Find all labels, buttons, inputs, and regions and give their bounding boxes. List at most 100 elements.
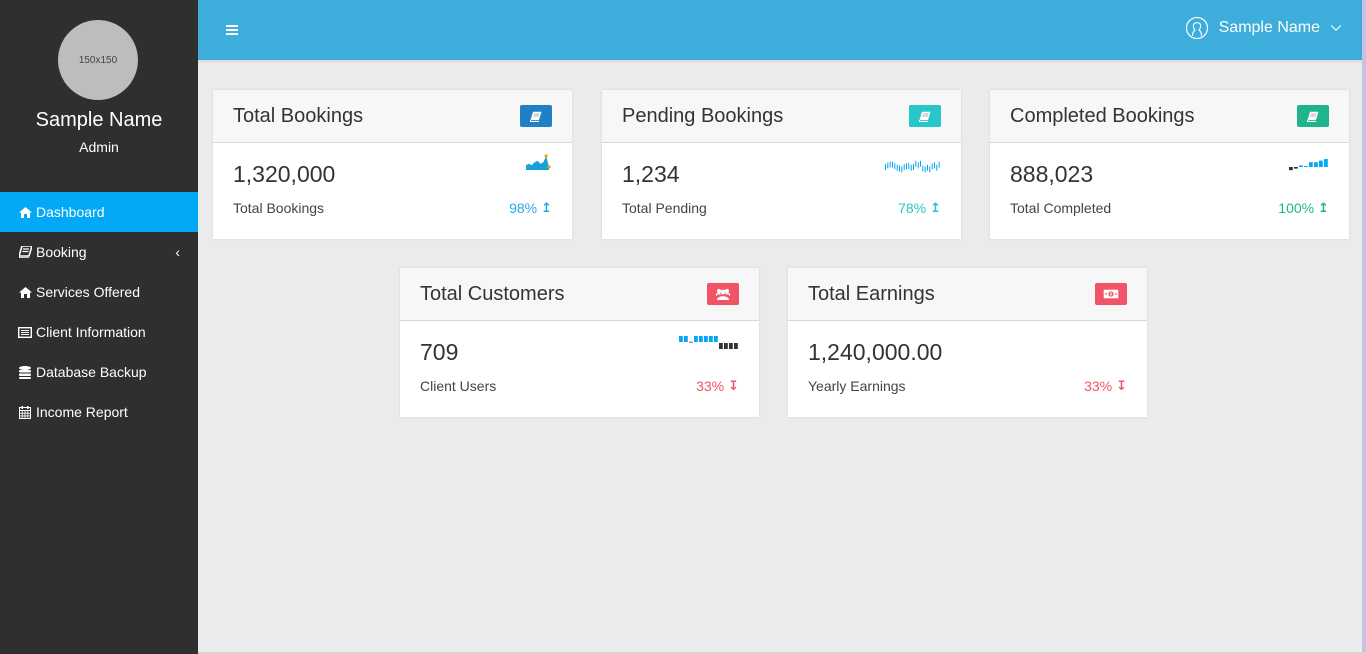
card-value: 709 bbox=[420, 339, 459, 365]
sidebar-item-income-report[interactable]: Income Report bbox=[0, 392, 198, 432]
sidebar-item-database-backup[interactable]: Database Backup bbox=[0, 352, 198, 392]
sparkline-bar bbox=[1319, 160, 1323, 167]
sidebar-item-label: Services Offered bbox=[36, 284, 141, 300]
chevron-down-icon bbox=[1330, 25, 1342, 31]
sparkline-candle bbox=[922, 165, 924, 172]
arrow-up-icon: ↥ bbox=[930, 200, 941, 215]
book-icon bbox=[919, 111, 931, 122]
sparkline-candle bbox=[920, 160, 921, 167]
money-icon bbox=[1103, 289, 1119, 299]
stat-card-total-earnings: Total Earnings 1,240,000.00 Yearly Earni… bbox=[788, 268, 1147, 417]
sparkline-bar bbox=[1309, 162, 1313, 167]
card-trend: 33% ↧ bbox=[1084, 378, 1127, 394]
card-header: Pending Bookings bbox=[602, 90, 961, 143]
sparkline-candle bbox=[931, 163, 933, 170]
sparkline-candle bbox=[908, 163, 910, 170]
top-bar-shadow bbox=[198, 60, 1362, 64]
card-title: Pending Bookings bbox=[622, 105, 784, 127]
card-title: Completed Bookings bbox=[1010, 105, 1195, 127]
trend-percent: 33% bbox=[696, 378, 725, 394]
sparkline-point bbox=[547, 165, 551, 169]
profile-name: Sample Name bbox=[35, 109, 163, 131]
card-subtitle: Yearly Earnings bbox=[808, 378, 906, 394]
card-icon-button[interactable] bbox=[909, 105, 941, 127]
sparkline-bar bbox=[1294, 167, 1298, 169]
user-menu[interactable]: Sample Name bbox=[1185, 16, 1342, 40]
trend-percent: 100% bbox=[1278, 200, 1315, 216]
card-icon-button[interactable] bbox=[1297, 105, 1329, 127]
sparkline-bar bbox=[1324, 159, 1328, 167]
card-value: 1,240,000.00 bbox=[808, 339, 943, 365]
arrow-down-icon: ↧ bbox=[728, 378, 739, 393]
profile-role: Admin bbox=[79, 139, 119, 155]
card-value: 1,320,000 bbox=[233, 161, 336, 187]
card-trend: 33% ↧ bbox=[696, 378, 739, 394]
sparkline-candle bbox=[913, 164, 914, 170]
book-icon bbox=[530, 111, 542, 122]
card-trend: 100% ↥ bbox=[1278, 200, 1329, 216]
hamburger-icon[interactable] bbox=[226, 25, 238, 35]
sparkline bbox=[526, 154, 551, 170]
stat-card-completed-bookings: Completed Bookings 888,023 Total Complet… bbox=[990, 90, 1349, 239]
trend-percent: 98% bbox=[509, 200, 538, 216]
sparkline-candle bbox=[889, 161, 891, 168]
list-alt-icon bbox=[18, 325, 32, 339]
card-icon-button[interactable] bbox=[707, 283, 739, 305]
card-title: Total Earnings bbox=[808, 283, 935, 305]
sparkline-candle bbox=[917, 162, 919, 169]
window-edge bbox=[1362, 0, 1366, 654]
sparkline-bar bbox=[714, 336, 718, 342]
sparkline-bar bbox=[694, 336, 698, 342]
sparkline-bar bbox=[724, 343, 728, 349]
sparkline-candle bbox=[896, 164, 898, 171]
sparkline-candle bbox=[910, 164, 912, 171]
chevron-left-icon: ‹ bbox=[175, 244, 180, 260]
sparkline bbox=[1289, 159, 1328, 171]
sparkline-bar bbox=[679, 336, 683, 342]
users-icon bbox=[716, 289, 730, 300]
sidebar: 150x150 Sample Name Admin Dashboard Book… bbox=[0, 0, 198, 654]
sparkline-candle bbox=[934, 162, 935, 169]
arrow-up-icon: ↥ bbox=[1318, 200, 1329, 215]
card-header: Total Earnings bbox=[788, 268, 1147, 321]
sidebar-item-booking[interactable]: Booking ‹ bbox=[0, 232, 198, 272]
home-icon bbox=[18, 205, 32, 219]
card-value: 888,023 bbox=[1010, 161, 1094, 187]
card-trend: 78% ↥ bbox=[898, 200, 941, 216]
stat-card-total-customers: Total Customers 709 Client Users 33% ↧ bbox=[400, 268, 759, 417]
book-icon bbox=[18, 245, 32, 259]
sparkline-bar bbox=[729, 343, 733, 349]
sidebar-item-label: Booking bbox=[36, 244, 87, 260]
sparkline-bar bbox=[684, 336, 688, 342]
sparkline-candle bbox=[901, 166, 903, 173]
sidebar-item-label: Dashboard bbox=[36, 204, 105, 220]
sparkline-candle bbox=[892, 161, 893, 168]
card-icon-button[interactable] bbox=[1095, 283, 1127, 305]
sidebar-item-client-information[interactable]: Client Information bbox=[0, 312, 198, 352]
sparkline-candle bbox=[885, 164, 886, 170]
card-subtitle: Total Bookings bbox=[233, 200, 325, 216]
sparkline-bar bbox=[734, 343, 738, 349]
card-subtitle: Client Users bbox=[420, 378, 497, 394]
book-icon bbox=[1307, 111, 1319, 122]
sparkline-bar bbox=[1289, 167, 1293, 171]
sidebar-item-dashboard[interactable]: Dashboard bbox=[0, 192, 198, 232]
card-subtitle: Total Completed bbox=[1010, 200, 1112, 216]
card-icon-button[interactable] bbox=[520, 105, 552, 127]
sparkline-candle bbox=[903, 164, 905, 170]
sidebar-item-label: Client Information bbox=[36, 324, 146, 340]
sidebar-item-services-offered[interactable]: Services Offered bbox=[0, 272, 198, 312]
card-title: Total Bookings bbox=[233, 105, 364, 127]
sparkline-candle bbox=[929, 166, 931, 173]
card-header: Total Bookings bbox=[213, 90, 572, 143]
user-name: Sample Name bbox=[1218, 19, 1320, 36]
sparkline-area bbox=[526, 156, 549, 170]
stat-card-total-bookings: Total Bookings 1,320,000 Total Bookings … bbox=[213, 90, 572, 239]
sparkline-bar bbox=[1314, 162, 1318, 167]
stat-card-pending-bookings: Pending Bookings 1,234 Total Pending 78%… bbox=[602, 90, 961, 239]
sidebar-item-label: Income Report bbox=[36, 404, 128, 420]
database-icon bbox=[18, 365, 32, 379]
sparkline-candle bbox=[936, 164, 938, 171]
card-title: Total Customers bbox=[420, 283, 565, 305]
sparkline-candle bbox=[887, 162, 889, 169]
